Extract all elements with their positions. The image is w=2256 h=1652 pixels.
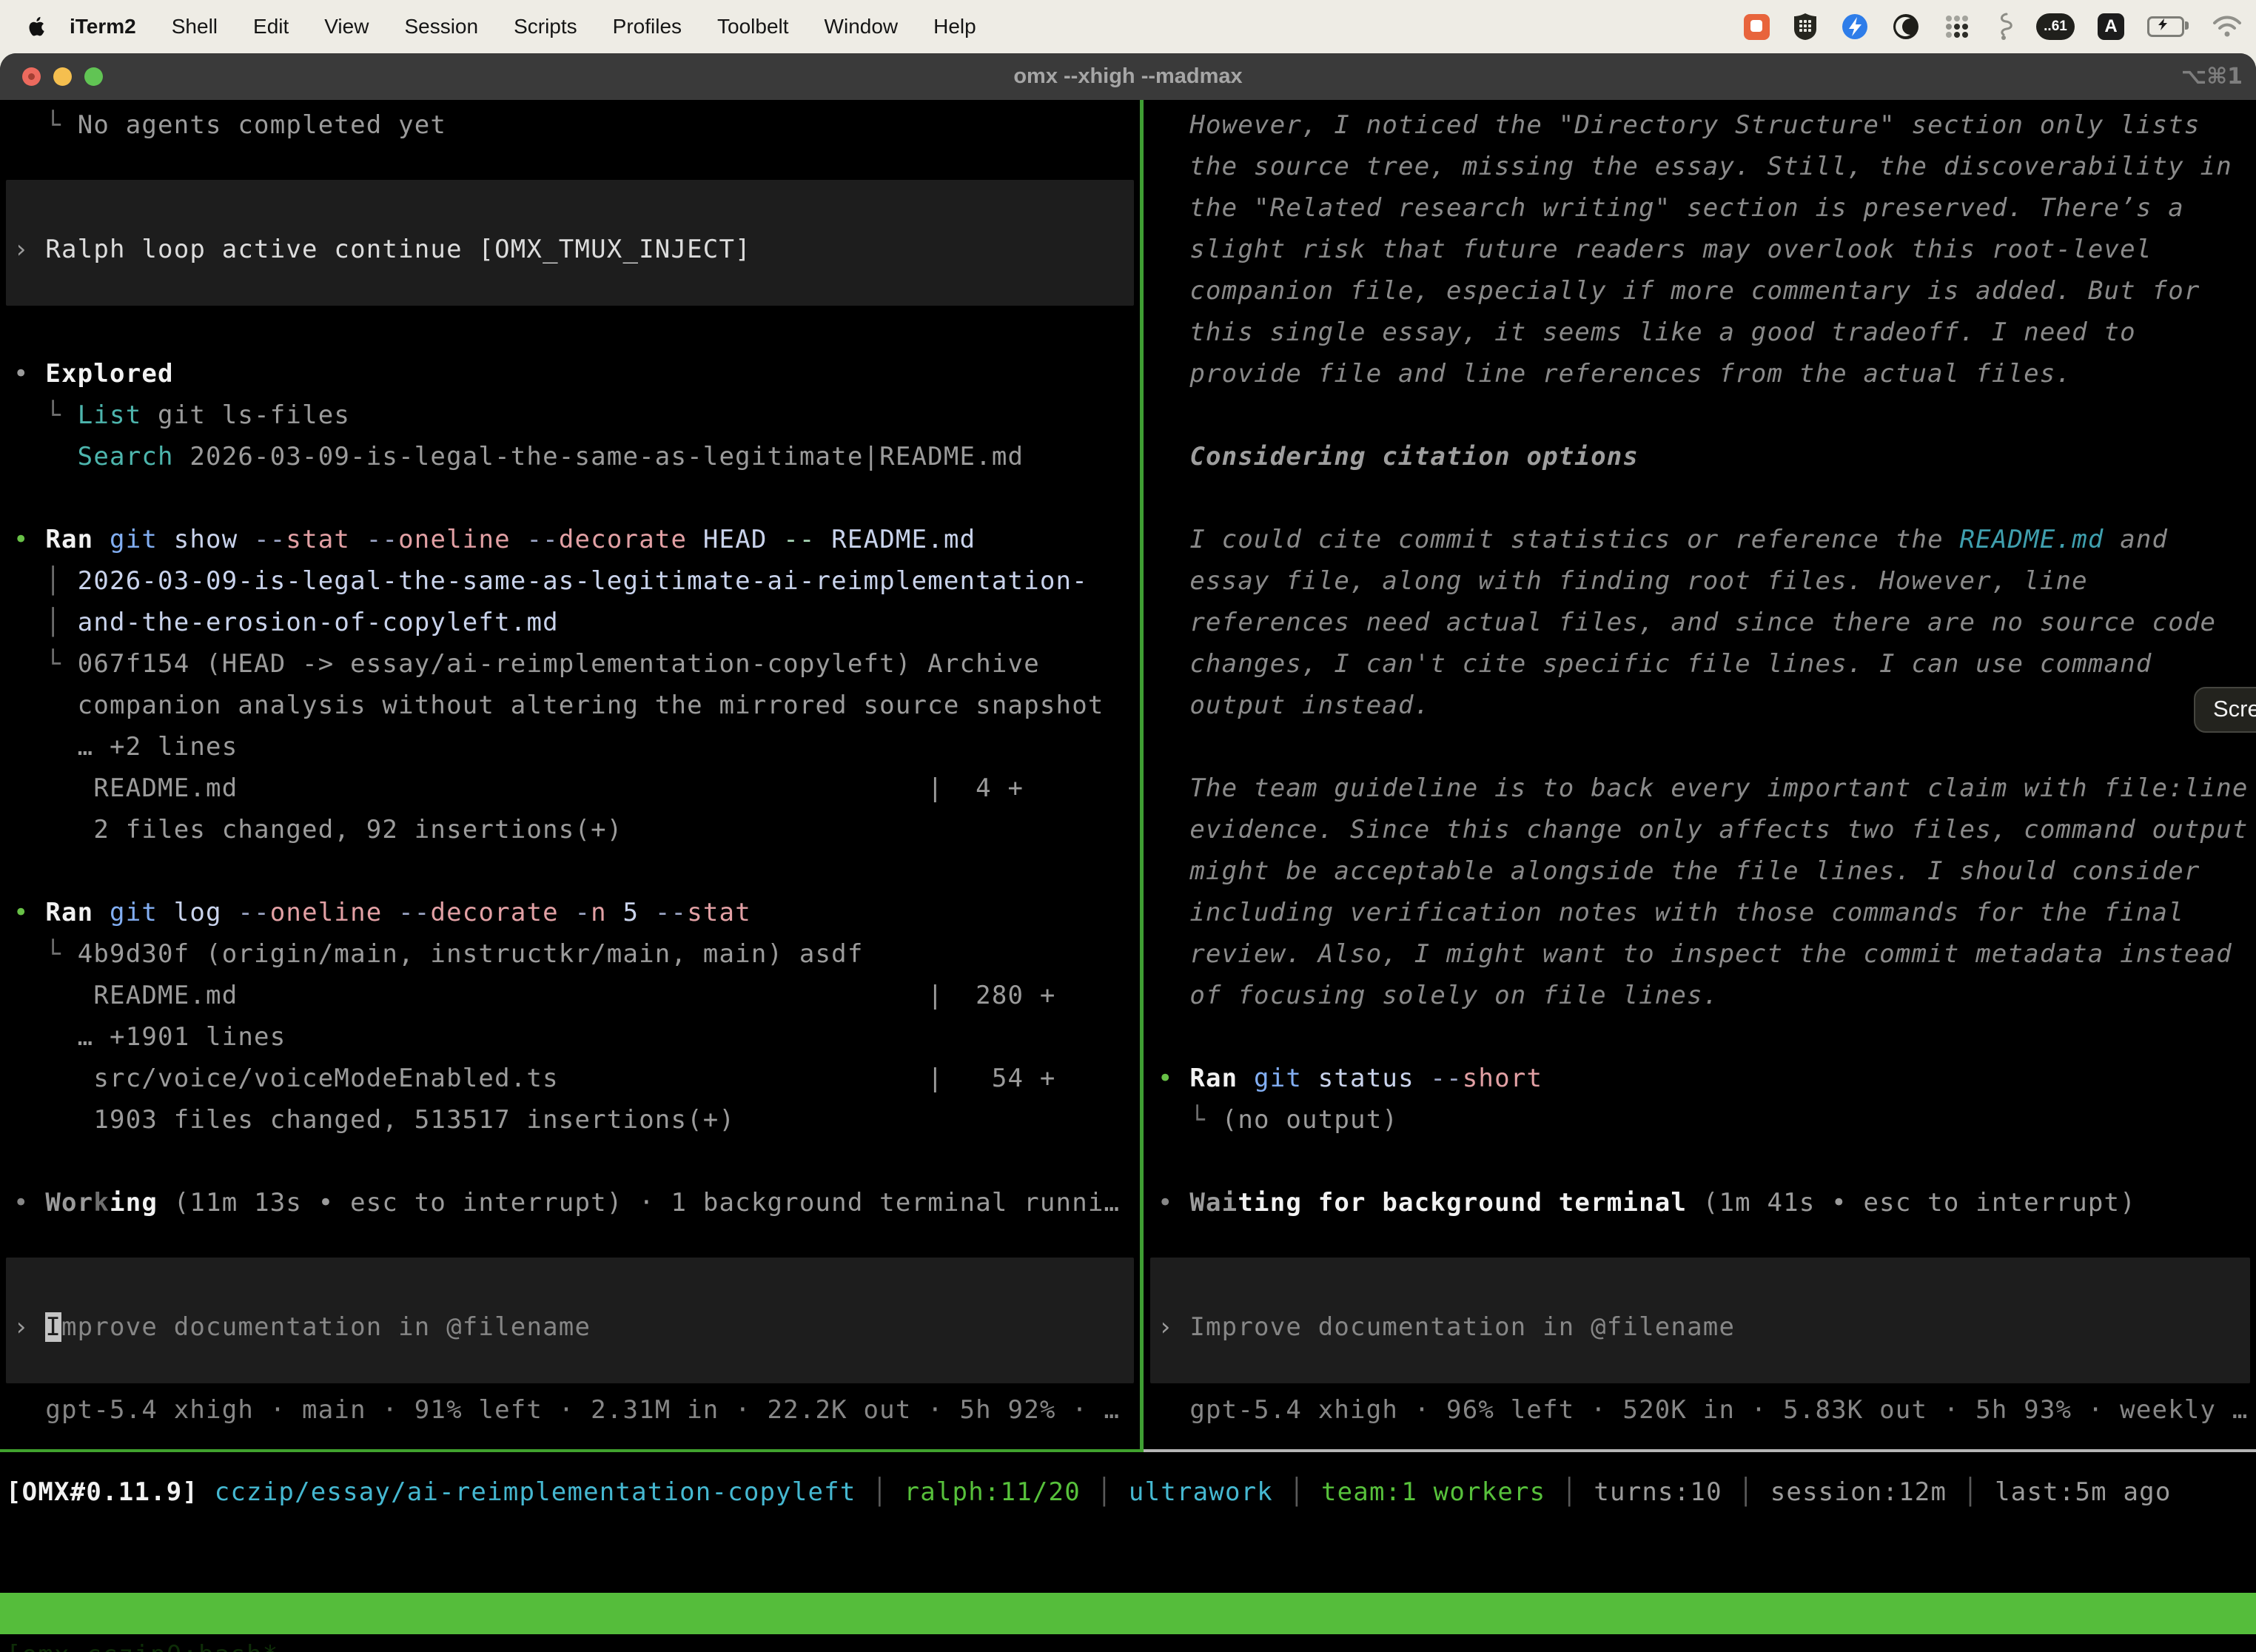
moon-icon[interactable] xyxy=(1892,13,1920,41)
screen-recording-icon[interactable] xyxy=(1744,14,1770,40)
terminal-line: the source tree, missing the essay. Stil… xyxy=(1158,146,2256,187)
terminal-line: └ 4b9d30f (origin/main, instructkr/main,… xyxy=(13,933,1140,975)
terminal-line: changes, I can't cite specific file line… xyxy=(1158,643,2256,685)
menu-item-shell[interactable]: Shell xyxy=(154,15,235,38)
screen-overlay-button[interactable]: Scre xyxy=(2194,687,2256,733)
omx-status-line: [OMX#0.11.9] cczip/essay/ai-reimplementa… xyxy=(6,1471,2256,1513)
blue-bolt-icon[interactable] xyxy=(1841,13,1869,41)
terminal-line: • Ran git log --oneline --decorate -n 5 … xyxy=(13,892,1140,933)
terminal-line: I could cite commit statistics or refere… xyxy=(1158,519,2256,560)
terminal-line: of focusing solely on file lines. xyxy=(1158,975,2256,1016)
terminal-line: companion analysis without altering the … xyxy=(13,685,1140,726)
terminal: └ No agents completed yet › Ralph loop ac… xyxy=(0,100,2256,1652)
terminal-line: including verification notes with those … xyxy=(1158,892,2256,933)
menu-item-session[interactable]: Session xyxy=(386,15,496,38)
menu-item-toolbelt[interactable]: Toolbelt xyxy=(699,15,807,38)
battery-charging-icon[interactable] xyxy=(2147,16,2189,37)
pane-left[interactable]: └ No agents completed yet › Ralph loop ac… xyxy=(0,100,1140,1449)
terminal-line: references need actual files, and since … xyxy=(1158,602,2256,643)
iterm-window: omx --xhigh --madmax ⌥⌘1 └ No agents com… xyxy=(0,53,2256,1652)
terminal-line: Search 2026-03-09-is-legal-the-same-as-l… xyxy=(13,436,1140,477)
terminal-line: └ No agents completed yet xyxy=(13,104,1140,146)
terminal-line: README.md | 280 + xyxy=(13,975,1140,1016)
terminal-line: the "Related research writing" section i… xyxy=(1158,187,2256,229)
tmux-status-bar: [omx-cczip0:bash* "MacBook-Pro-44.local"… xyxy=(0,1593,2256,1634)
window-shortcut-badge: ⌥⌘1 xyxy=(2181,53,2243,100)
terminal-line: └ (no output) xyxy=(1158,1099,2256,1141)
menu-item-view[interactable]: View xyxy=(306,15,386,38)
terminal-line: might be acceptable alongside the file l… xyxy=(1158,850,2256,892)
desktop: iTerm2ShellEditViewSessionScriptsProfile… xyxy=(0,0,2256,1652)
terminal-line: provide file and line references from th… xyxy=(1158,353,2256,394)
terminal-line: evidence. Since this change only affects… xyxy=(1158,809,2256,850)
badge-61-label: ..61 xyxy=(2044,19,2067,35)
badge-61-icon[interactable]: ..61 xyxy=(2036,13,2075,40)
keyboard-shield-icon[interactable] xyxy=(1793,12,1818,41)
active-pane-border xyxy=(0,1449,1144,1452)
terminal-line: │ and-the-erosion-of-copyleft.md xyxy=(13,602,1140,643)
terminal-line: output instead. xyxy=(1158,685,2256,726)
tmux-session-label[interactable]: [omx-cczip0:bash* xyxy=(6,1634,278,1652)
terminal-line: slight risk that future readers may over… xyxy=(1158,229,2256,270)
terminal-line: › Improve documentation in @filename xyxy=(13,1306,1140,1348)
menu-items: iTerm2ShellEditViewSessionScriptsProfile… xyxy=(47,15,994,38)
terminal-line: › Ralph loop active continue [OMX_TMUX_I… xyxy=(13,229,1140,270)
terminal-line: • Ran git show --stat --oneline --decora… xyxy=(13,519,1140,560)
menu-item-help[interactable]: Help xyxy=(916,15,994,38)
terminal-line: … +2 lines xyxy=(13,726,1140,768)
title-bar[interactable]: omx --xhigh --madmax ⌥⌘1 xyxy=(0,53,2256,100)
terminal-line: Considering citation options xyxy=(1158,436,2256,477)
terminal-line: • Explored xyxy=(13,353,1140,394)
menu-item-edit[interactable]: Edit xyxy=(235,15,306,38)
terminal-line: … +1901 lines xyxy=(13,1016,1140,1058)
menu-item-iterm2[interactable]: iTerm2 xyxy=(47,15,154,38)
terminal-line: src/voice/voiceModeEnabled.ts | 54 + xyxy=(13,1058,1140,1099)
terminal-line: essay file, along with finding root file… xyxy=(1158,560,2256,602)
terminal-line: gpt-5.4 xhigh · main · 91% left · 2.31M … xyxy=(13,1389,1140,1431)
pane-divider[interactable] xyxy=(1140,100,1144,1449)
menu-bar: iTerm2ShellEditViewSessionScriptsProfile… xyxy=(0,0,2256,53)
terminal-line: review. Also, I might want to inspect th… xyxy=(1158,933,2256,975)
terminal-line: README.md | 4 + xyxy=(13,768,1140,809)
window-title: omx --xhigh --madmax xyxy=(0,53,2256,100)
terminal-line: └ List git ls-files xyxy=(13,394,1140,436)
menu-item-scripts[interactable]: Scripts xyxy=(496,15,595,38)
text-cursor: I xyxy=(45,1312,61,1342)
terminal-line: │ 2026-03-09-is-legal-the-same-as-legiti… xyxy=(13,560,1140,602)
terminal-line: › Improve documentation in @filename xyxy=(1158,1306,2256,1348)
terminal-line: gpt-5.4 xhigh · 96% left · 520K in · 5.8… xyxy=(1158,1389,2256,1431)
pane-right[interactable]: However, I noticed the "Directory Struct… xyxy=(1144,100,2256,1449)
terminal-line: The team guideline is to back every impo… xyxy=(1158,768,2256,809)
apple-menu-icon[interactable] xyxy=(28,16,47,38)
squiggle-icon[interactable] xyxy=(1994,12,2013,41)
input-source-icon[interactable]: A xyxy=(2098,13,2124,40)
menu-item-window[interactable]: Window xyxy=(807,15,916,38)
terminal-line: 1903 files changed, 513517 insertions(+) xyxy=(13,1099,1140,1141)
terminal-line: • Working (11m 13s • esc to interrupt) ·… xyxy=(13,1182,1140,1223)
terminal-line: However, I noticed the "Directory Struct… xyxy=(1158,104,2256,146)
wifi-icon[interactable] xyxy=(2212,15,2243,38)
dots-grid-icon[interactable] xyxy=(1943,13,1971,41)
menu-item-profiles[interactable]: Profiles xyxy=(595,15,699,38)
terminal-line: this single essay, it seems like a good … xyxy=(1158,312,2256,353)
terminal-line: 2 files changed, 92 insertions(+) xyxy=(13,809,1140,850)
status-icons: ..61 A xyxy=(1744,0,2243,53)
inactive-pane-border xyxy=(1144,1449,2256,1452)
terminal-line: • Waiting for background terminal (1m 41… xyxy=(1158,1182,2256,1223)
terminal-line: companion file, especially if more comme… xyxy=(1158,270,2256,312)
input-source-label: A xyxy=(2104,16,2117,37)
terminal-line: └ 067f154 (HEAD -> essay/ai-reimplementa… xyxy=(13,643,1140,685)
terminal-line: • Ran git status --short xyxy=(1158,1058,2256,1099)
